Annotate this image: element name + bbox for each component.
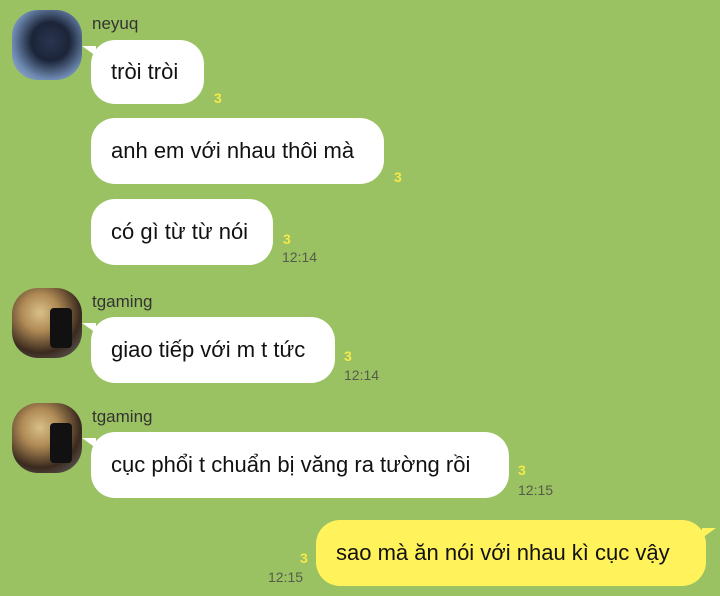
read-count: 3 — [518, 462, 526, 478]
read-count: 3 — [300, 550, 308, 566]
message-bubble[interactable]: anh em với nhau thôi mà — [91, 118, 384, 184]
message-bubble[interactable]: sao mà ăn nói với nhau kì cục vậy — [316, 520, 716, 586]
message-bubble[interactable]: giao tiếp với m t tức — [82, 317, 335, 383]
timestamp: 12:15 — [518, 482, 554, 498]
phone-image — [50, 423, 72, 463]
message-bubble[interactable]: có gì từ từ nói — [91, 199, 273, 265]
avatar-tgaming[interactable] — [12, 288, 82, 358]
avatar-tgaming[interactable] — [12, 403, 82, 473]
timestamp: 12:15 — [268, 569, 304, 585]
sender-name: tgaming — [92, 292, 153, 311]
message-bubble[interactable]: tròi tròi — [82, 40, 204, 104]
message-text: anh em với nhau thôi mà — [111, 138, 355, 163]
message-text: tròi tròi — [111, 59, 179, 84]
message-text: có gì từ từ nói — [111, 219, 249, 244]
avatar-neyuq[interactable] — [12, 10, 82, 80]
phone-image — [50, 308, 72, 348]
sender-name: neyuq — [92, 14, 139, 33]
message-text: cục phổi t chuẩn bị văng ra tường rồi — [111, 452, 471, 477]
read-count: 3 — [344, 348, 352, 364]
timestamp: 12:14 — [282, 249, 318, 265]
message-bubble[interactable]: cục phổi t chuẩn bị văng ra tường rồi — [82, 432, 509, 498]
sender-name: tgaming — [92, 407, 153, 426]
message-text: giao tiếp với m t tức — [111, 337, 306, 362]
read-count: 3 — [214, 90, 222, 106]
timestamp: 12:14 — [344, 367, 380, 383]
read-count: 3 — [394, 169, 402, 185]
read-count: 3 — [283, 231, 291, 247]
message-text: sao mà ăn nói với nhau kì cục vậy — [336, 540, 670, 565]
